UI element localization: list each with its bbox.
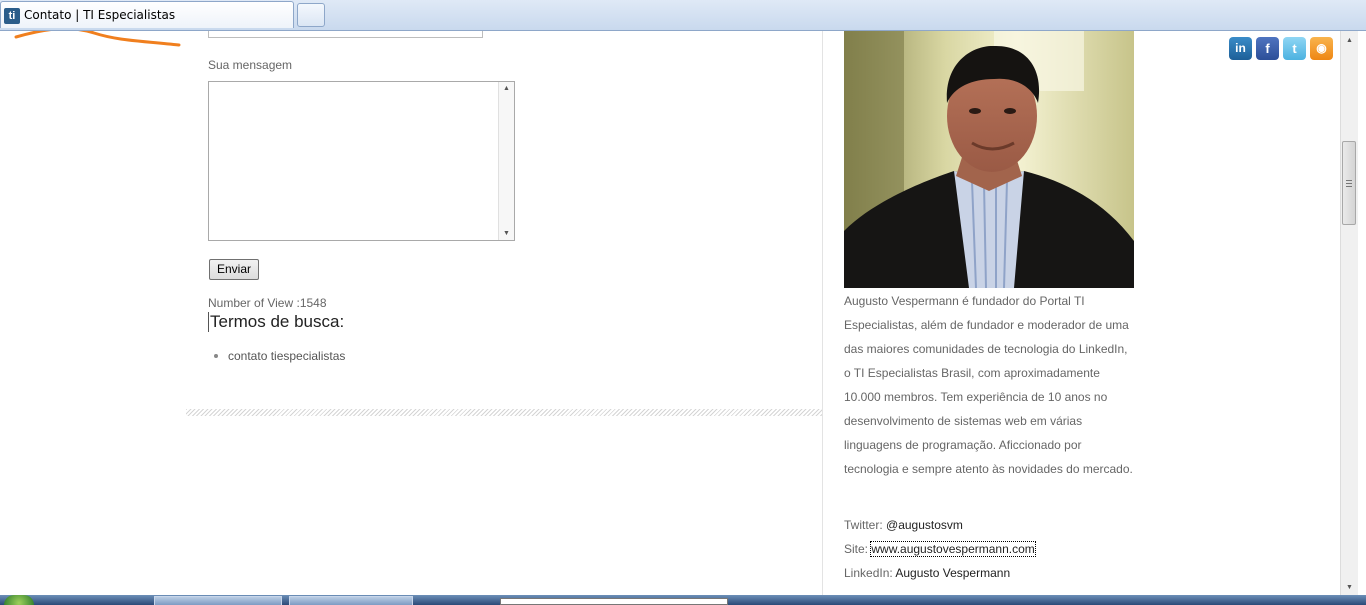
search-terms-title: Termos de busca: <box>208 312 345 332</box>
textarea-scrollbar[interactable]: ▲ ▼ <box>498 82 514 240</box>
site-favicon-icon: ti <box>4 8 20 24</box>
site-line: Site: www.augustovespermann.com <box>844 541 1036 557</box>
logo-swoosh-icon <box>14 31 181 47</box>
os-taskbar <box>0 595 1366 605</box>
page-scrollbar[interactable]: ▲ ▼ <box>1340 31 1358 595</box>
sidebar-divider <box>822 31 823 595</box>
taskbar-search-field[interactable] <box>500 598 728 605</box>
linkedin-link[interactable]: Augusto Vespermann <box>895 566 1010 580</box>
site-link[interactable]: www.augustovespermann.com <box>870 541 1036 557</box>
twitter-label: Twitter: <box>844 518 883 532</box>
search-term-item[interactable]: contato tiespecialistas <box>212 349 345 363</box>
browser-tab[interactable]: ti Contato | TI Especialistas <box>0 1 294 28</box>
message-textarea[interactable]: ▲ ▼ <box>208 81 515 241</box>
start-button-icon[interactable] <box>4 595 34 605</box>
search-terms-list: contato tiespecialistas <box>212 349 345 363</box>
scroll-up-icon[interactable]: ▲ <box>1346 37 1353 44</box>
twitter-line: Twitter: @augustosvm <box>844 518 963 532</box>
twitter-icon[interactable]: t <box>1283 37 1306 60</box>
scroll-down-arrow-icon[interactable]: ▼ <box>503 230 510 237</box>
submit-button[interactable]: Enviar <box>209 259 259 280</box>
taskbar-button[interactable] <box>154 596 282 605</box>
author-photo <box>844 31 1134 288</box>
view-count: Number of View :1548 <box>208 296 327 310</box>
author-bio: Augusto Vespermann é fundador do Portal … <box>844 294 1133 476</box>
site-label: Site: <box>844 542 869 556</box>
scroll-up-arrow-icon[interactable]: ▲ <box>503 85 510 92</box>
linkedin-line: LinkedIn: Augusto Vespermann <box>844 566 1010 580</box>
new-tab-button[interactable] <box>297 3 325 27</box>
form-field-input[interactable] <box>208 31 483 38</box>
rss-icon[interactable]: ◉ <box>1310 37 1333 60</box>
message-label: Sua mensagem <box>208 58 293 72</box>
scrollbar-thumb[interactable] <box>1342 141 1356 225</box>
scroll-down-icon[interactable]: ▼ <box>1346 584 1353 591</box>
taskbar-button[interactable] <box>289 596 413 605</box>
facebook-icon[interactable]: f <box>1256 37 1279 60</box>
tab-title: Contato | TI Especialistas <box>24 8 176 22</box>
twitter-link[interactable]: @augustosvm <box>886 518 963 532</box>
linkedin-label: LinkedIn: <box>844 566 893 580</box>
section-divider <box>186 409 822 416</box>
browser-tab-strip: ti Contato | TI Especialistas <box>0 0 1366 31</box>
linkedin-icon[interactable]: in <box>1229 37 1252 60</box>
page-content: Sua mensagem ▲ ▼ Enviar Number of View :… <box>0 31 1340 595</box>
